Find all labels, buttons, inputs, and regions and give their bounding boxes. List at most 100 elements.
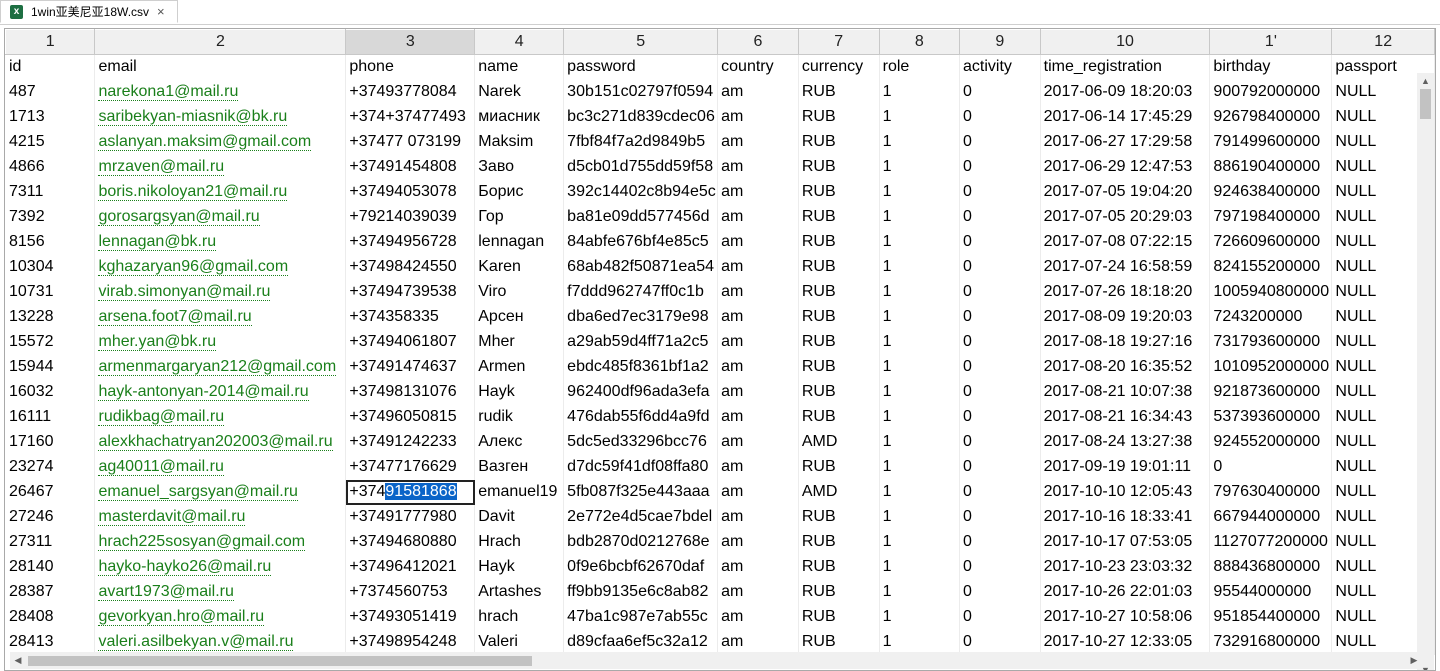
cell-name[interactable]: Artashes xyxy=(474,579,565,605)
horizontal-scrollbar[interactable]: ◀ ▶ xyxy=(10,652,1422,669)
cell-time-registration[interactable]: 2017-09-19 19:01:11 xyxy=(1040,454,1211,480)
cell-currency[interactable]: RUB xyxy=(798,304,880,330)
cell-role[interactable]: role xyxy=(879,54,961,80)
cell-time-registration[interactable]: 2017-06-09 18:20:03 xyxy=(1040,79,1211,105)
cell-activity[interactable]: 0 xyxy=(959,129,1041,155)
cell-email[interactable]: gevorkyan.hro@mail.ru xyxy=(94,604,347,630)
cell-country[interactable]: am xyxy=(717,254,799,280)
cell-id[interactable]: 28408 xyxy=(5,604,96,630)
column-header-6[interactable]: 6 xyxy=(717,29,799,55)
cell-time-registration[interactable]: 2017-06-29 12:47:53 xyxy=(1040,154,1211,180)
scroll-up-icon[interactable]: ▲ xyxy=(1417,73,1434,89)
cell-time-registration[interactable]: 2017-10-16 18:33:41 xyxy=(1040,504,1211,530)
cell-name[interactable]: Karen xyxy=(474,254,565,280)
cell-name[interactable]: Hrach xyxy=(474,529,565,555)
email-link[interactable]: aslanyan.maksim@gmail.com xyxy=(98,133,312,151)
cell-currency[interactable]: RUB xyxy=(798,604,880,630)
cell-password[interactable]: 47ba1c987e7ab55c xyxy=(563,604,719,630)
column-header-10[interactable]: 10 xyxy=(1040,29,1211,55)
cell-activity[interactable]: 0 xyxy=(959,404,1041,430)
cell-currency[interactable]: RUB xyxy=(798,379,880,405)
cell-phone[interactable]: +37493778084 xyxy=(345,79,476,105)
cell-password[interactable]: f7ddd962747ff0c1b xyxy=(563,279,719,305)
cell-time-registration[interactable]: 2017-08-09 19:20:03 xyxy=(1040,304,1211,330)
active-cell[interactable]: +37491581868 xyxy=(345,479,476,505)
cell-currency[interactable]: RUB xyxy=(798,354,880,380)
cell-password[interactable]: ba81e09dd577456d xyxy=(563,204,719,230)
cell-activity[interactable]: 0 xyxy=(959,279,1041,305)
cell-birthday[interactable]: 924638400000 xyxy=(1209,179,1333,205)
cell-email[interactable]: aslanyan.maksim@gmail.com xyxy=(94,129,347,155)
spreadsheet-grid[interactable]: 1 2 3 4 5 6 7 8 9 10 1' 12 id email phone name password… xyxy=(4,28,1436,671)
cell-country[interactable]: am xyxy=(717,529,799,555)
horizontal-scroll-thumb[interactable] xyxy=(28,656,532,666)
cell-id[interactable]: 27246 xyxy=(5,504,96,530)
cell-country[interactable]: am xyxy=(717,404,799,430)
cell-birthday[interactable]: 824155200000 xyxy=(1209,254,1333,280)
cell-role[interactable]: 1 xyxy=(879,454,961,480)
email-link[interactable]: mrzaven@mail.ru xyxy=(98,158,225,176)
cell-activity[interactable]: 0 xyxy=(959,479,1041,505)
cell-country[interactable]: am xyxy=(717,554,799,580)
cell-phone[interactable]: +37491242233 xyxy=(345,429,476,455)
cell-id[interactable]: 10304 xyxy=(5,254,96,280)
cell-email[interactable]: hrach225sosyan@gmail.com xyxy=(94,529,347,555)
cell-time-registration[interactable]: 2017-07-05 20:29:03 xyxy=(1040,204,1211,230)
cell-password[interactable]: password xyxy=(563,54,719,80)
cell-birthday[interactable]: 926798400000 xyxy=(1209,104,1333,130)
cell-id[interactable]: 8156 xyxy=(5,229,96,255)
cell-password[interactable]: ff9bb9135e6c8ab82 xyxy=(563,579,719,605)
cell-birthday[interactable]: 667944000000 xyxy=(1209,504,1333,530)
cell-time-registration[interactable]: 2017-08-24 13:27:38 xyxy=(1040,429,1211,455)
cell-country[interactable]: am xyxy=(717,454,799,480)
cell-password[interactable]: dba6ed7ec3179e98 xyxy=(563,304,719,330)
cell-name[interactable]: name xyxy=(474,54,565,80)
cell-birthday[interactable]: 7243200000 xyxy=(1209,304,1333,330)
cell-phone[interactable]: phone xyxy=(345,54,476,80)
cell-birthday[interactable]: 886190400000 xyxy=(1209,154,1333,180)
cell-password[interactable]: 30b151c02797f0594 xyxy=(563,79,719,105)
cell-password[interactable]: d5cb01d755dd59f58 xyxy=(563,154,719,180)
cell-birthday[interactable]: 791499600000 xyxy=(1209,129,1333,155)
cell-country[interactable]: am xyxy=(717,504,799,530)
cell-role[interactable]: 1 xyxy=(879,79,961,105)
cell-phone[interactable]: +37498954248 xyxy=(345,629,476,655)
cell-phone[interactable]: +37494956728 xyxy=(345,229,476,255)
cell-activity[interactable]: 0 xyxy=(959,629,1041,655)
column-header-9[interactable]: 9 xyxy=(959,29,1041,55)
scroll-right-icon[interactable]: ▶ xyxy=(1406,652,1422,669)
cell-password[interactable]: 7fbf84f7a2d9849b5 xyxy=(563,129,719,155)
scroll-left-icon[interactable]: ◀ xyxy=(10,652,26,669)
cell-phone[interactable]: +79214039039 xyxy=(345,204,476,230)
cell-birthday[interactable]: 1010952000000 xyxy=(1209,354,1333,380)
email-link[interactable]: saribekyan-miasnik@bk.ru xyxy=(98,108,288,126)
cell-email[interactable]: emanuel_sargsyan@mail.ru xyxy=(94,479,347,505)
cell-role[interactable]: 1 xyxy=(879,354,961,380)
cell-email[interactable]: hayko-hayko26@mail.ru xyxy=(94,554,347,580)
cell-role[interactable]: 1 xyxy=(879,129,961,155)
cell-currency[interactable]: AMD xyxy=(798,479,880,505)
cell-role[interactable]: 1 xyxy=(879,279,961,305)
cell-email[interactable]: masterdavit@mail.ru xyxy=(94,504,347,530)
cell-id[interactable]: 10731 xyxy=(5,279,96,305)
cell-password[interactable]: ebdc485f8361bf1a2 xyxy=(563,354,719,380)
cell-activity[interactable]: 0 xyxy=(959,179,1041,205)
cell-id[interactable]: 487 xyxy=(5,79,96,105)
cell-id[interactable]: 1713 xyxy=(5,104,96,130)
cell-time-registration[interactable]: 2017-06-14 17:45:29 xyxy=(1040,104,1211,130)
file-tab[interactable]: x 1win亚美尼亚18W.csv × xyxy=(0,0,178,23)
cell-email[interactable]: email xyxy=(94,54,347,80)
cell-name[interactable]: Hayk xyxy=(474,554,565,580)
cell-id[interactable]: 16111 xyxy=(5,404,96,430)
column-header-3[interactable]: 3 xyxy=(345,29,476,55)
cell-activity[interactable]: 0 xyxy=(959,104,1041,130)
cell-currency[interactable]: RUB xyxy=(798,629,880,655)
column-header-5[interactable]: 5 xyxy=(563,29,719,55)
cell-time-registration[interactable]: time_registration xyxy=(1040,54,1211,80)
cell-role[interactable]: 1 xyxy=(879,154,961,180)
cell-country[interactable]: am xyxy=(717,579,799,605)
cell-password[interactable]: 84abfe676bf4e85c5 xyxy=(563,229,719,255)
cell-birthday[interactable]: 1127077200000 xyxy=(1209,529,1333,555)
cell-activity[interactable]: 0 xyxy=(959,604,1041,630)
cell-country[interactable]: country xyxy=(717,54,799,80)
